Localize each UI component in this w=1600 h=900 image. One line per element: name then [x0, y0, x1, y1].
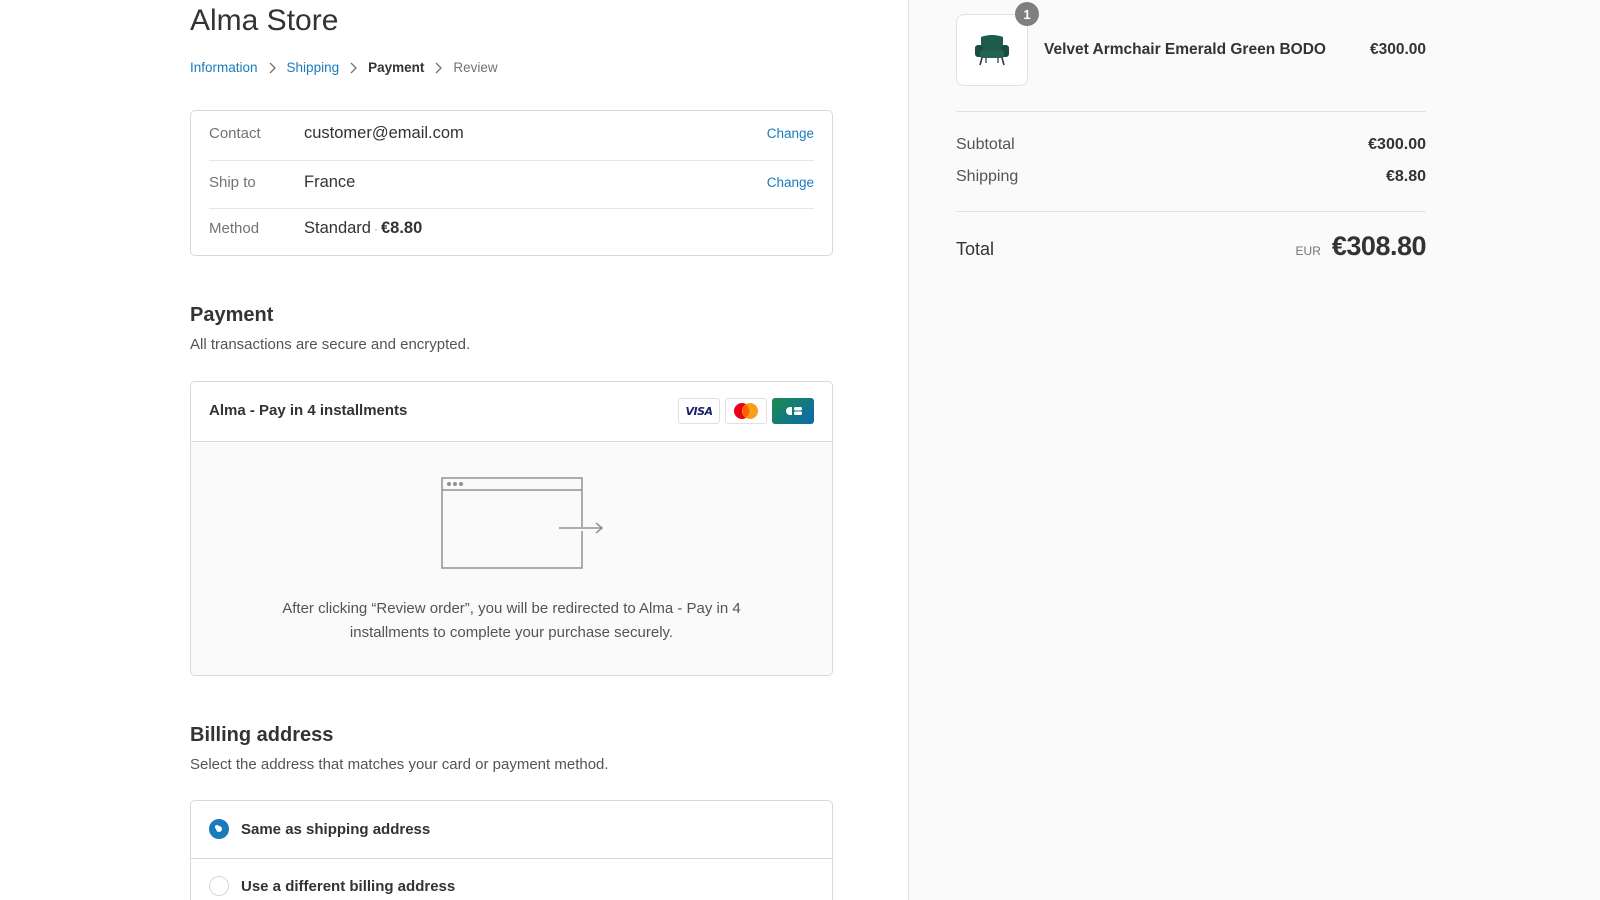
- product-thumbnail: [956, 14, 1028, 86]
- breadcrumb-payment: Payment: [368, 60, 425, 75]
- method-name: Standard: [304, 219, 371, 237]
- shipping-label: Shipping: [956, 168, 1019, 185]
- billing-title: Billing address: [190, 724, 334, 746]
- billing-option-label: Use a different billing address: [241, 877, 456, 895]
- method-separator: ·: [373, 222, 378, 236]
- armchair-icon: [975, 35, 1009, 66]
- billing-option-label: Same as shipping address: [241, 820, 431, 838]
- breadcrumb-review: Review: [453, 60, 498, 75]
- order-summary-sidebar: [908, 0, 1600, 900]
- radio-same-as-shipping[interactable]: [209, 819, 229, 839]
- ship-to-label: Ship to: [209, 174, 256, 191]
- shipping-row: Shipping €8.80: [956, 168, 1426, 186]
- payment-title: Payment: [190, 304, 274, 326]
- ship-to-value: France: [304, 173, 356, 191]
- chevron-right-icon: [435, 62, 443, 73]
- billing-option-same[interactable]: Same as shipping address: [209, 819, 814, 839]
- review-divider: [209, 160, 814, 161]
- breadcrumb-shipping[interactable]: Shipping: [287, 60, 340, 75]
- method-label: Method: [209, 220, 260, 237]
- checkout-main: Alma Store Information Shipping Payment …: [0, 0, 908, 900]
- total-value: €308.80: [1331, 231, 1427, 261]
- store-title: Alma Store: [190, 4, 339, 37]
- total-row: Total EUR €308.80: [956, 231, 1427, 262]
- billing-divider: [191, 858, 832, 859]
- review-block: Contact customer@email.com Change Ship t…: [190, 110, 833, 256]
- summary-divider: [956, 111, 1426, 112]
- total-amount: EUR €308.80: [1295, 231, 1427, 262]
- review-method-row: Method Standard · €8.80: [209, 219, 814, 238]
- card-icons: VISA: [678, 398, 814, 424]
- review-ship-to-row: Ship to France Change: [209, 173, 814, 192]
- payment-option-name: Alma - Pay in 4 installments: [209, 402, 408, 419]
- total-label: Total: [956, 239, 995, 259]
- payment-subtitle: All transactions are secure and encrypte…: [190, 336, 471, 353]
- change-contact-link[interactable]: Change: [767, 126, 814, 141]
- billing-subtitle: Select the address that matches your car…: [190, 756, 609, 773]
- total-currency: EUR: [1295, 244, 1321, 258]
- mastercard-icon: [725, 398, 767, 424]
- chevron-right-icon: [269, 62, 276, 73]
- product-price: €300.00: [1369, 41, 1426, 58]
- breadcrumb: Information Shipping Payment Review: [190, 60, 498, 75]
- billing-options: Same as shipping address Use a different…: [190, 800, 833, 900]
- carte-bancaire-icon: [772, 398, 814, 424]
- subtotal-label: Subtotal: [956, 136, 1015, 153]
- review-divider: [209, 208, 814, 209]
- quantity-badge: 1: [1015, 2, 1039, 26]
- contact-label: Contact: [209, 125, 261, 142]
- chevron-right-icon: [350, 62, 358, 73]
- redirect-message: After clicking “Review order”, you will …: [282, 600, 741, 641]
- browser-redirect-icon: [441, 477, 604, 569]
- subtotal-value: €300.00: [1368, 136, 1426, 153]
- radio-different-billing[interactable]: [209, 876, 229, 896]
- review-contact-row: Contact customer@email.com Change: [209, 124, 814, 143]
- subtotal-row: Subtotal €300.00: [956, 136, 1426, 154]
- payment-redirect-panel: After clicking “Review order”, you will …: [191, 443, 832, 675]
- change-ship-to-link[interactable]: Change: [767, 175, 814, 190]
- visa-icon: VISA: [678, 398, 720, 424]
- method-value: Standard · €8.80: [304, 219, 814, 238]
- method-price: €8.80: [380, 219, 423, 237]
- billing-option-different[interactable]: Use a different billing address: [209, 876, 814, 896]
- breadcrumb-information[interactable]: Information: [190, 60, 258, 75]
- shipping-value: €8.80: [1385, 168, 1426, 185]
- payment-method-box: Alma - Pay in 4 installments VISA After …: [190, 381, 833, 676]
- summary-divider: [956, 211, 1426, 212]
- product-name: Velvet Armchair Emerald Green BODO: [1044, 41, 1326, 58]
- order-line-item: 1 Velvet Armchair Emerald Green BODO €30…: [956, 2, 1426, 86]
- contact-value: customer@email.com: [304, 124, 464, 142]
- payment-option-alma[interactable]: Alma - Pay in 4 installments VISA: [191, 382, 832, 442]
